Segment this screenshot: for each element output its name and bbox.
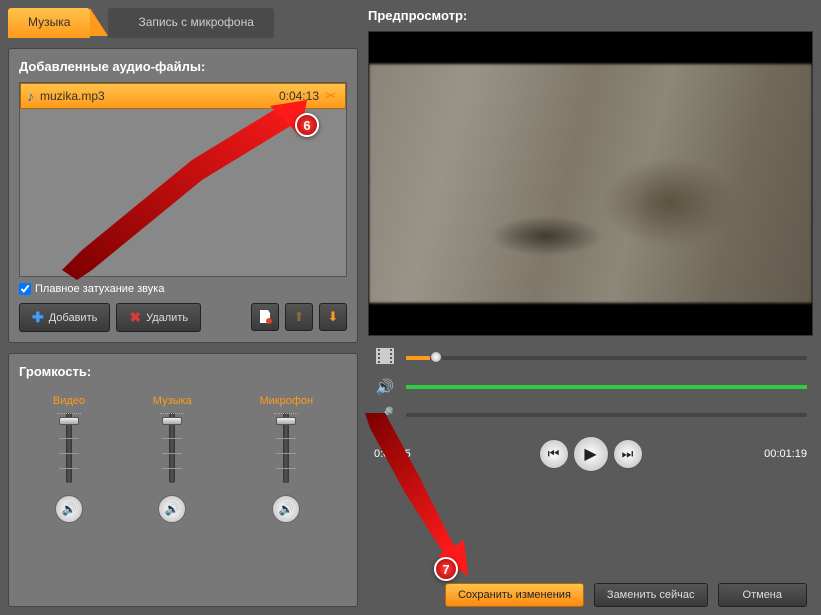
x-icon: ✖	[129, 309, 141, 326]
volume-music-mute[interactable]: 🔊	[158, 495, 186, 523]
remove-label: Удалить	[146, 312, 188, 324]
volume-music-slider[interactable]	[169, 413, 175, 483]
preview-frame	[369, 64, 812, 303]
cancel-button[interactable]: Отмена	[718, 583, 807, 607]
remove-button[interactable]: ✖ Удалить	[116, 303, 201, 332]
save-button[interactable]: Сохранить изменения	[445, 583, 584, 607]
next-button[interactable]: ⏭	[613, 439, 643, 469]
mic-volume-track[interactable]	[406, 413, 807, 417]
tab-mic-record[interactable]: Запись с микрофона	[108, 8, 273, 38]
preview-video[interactable]	[368, 31, 813, 336]
volume-title: Громкость:	[19, 364, 347, 379]
volume-video-mute[interactable]: 🔊	[55, 495, 83, 523]
video-track-row	[374, 348, 807, 368]
volume-mic-slider[interactable]	[283, 413, 289, 483]
file-duration: 0:04:13	[279, 89, 319, 103]
audio-track-row: 🔊	[374, 378, 807, 396]
volume-video-label: Видео	[53, 395, 85, 407]
tab-music[interactable]: Музыка	[8, 8, 90, 38]
volume-panel: Громкость: Видео 🔊 Музыка 🔊	[8, 353, 358, 607]
film-icon	[374, 348, 396, 368]
move-down-button[interactable]: ⬇	[319, 303, 347, 331]
add-label: Добавить	[49, 312, 98, 324]
volume-video: Видео 🔊	[53, 395, 85, 523]
music-note-icon: ♪	[27, 88, 34, 104]
annotation-badge-6: 6	[295, 113, 319, 137]
audio-file-list[interactable]: ♪ muzika.mp3 0:04:13 ✂	[19, 82, 347, 277]
time-total: 00:01:19	[737, 448, 807, 460]
file-toolbar: ✚ Добавить ✖ Удалить ⬆ ⬇	[19, 303, 347, 332]
mic-track-row: 🎤	[374, 406, 807, 424]
audio-file-row[interactable]: ♪ muzika.mp3 0:04:13 ✂	[20, 83, 346, 109]
play-button[interactable]: ▶	[573, 436, 609, 472]
audio-files-panel: Добавленные аудио-файлы: ♪ muzika.mp3 0:…	[8, 48, 358, 343]
volume-video-slider[interactable]	[66, 413, 72, 483]
fade-checkbox-row[interactable]: Плавное затухание звука	[19, 283, 347, 295]
move-up-button[interactable]: ⬆	[285, 303, 313, 331]
volume-music: Музыка 🔊	[153, 395, 192, 523]
prev-button[interactable]: ⏮	[539, 439, 569, 469]
scissors-icon[interactable]: ✂	[323, 88, 339, 104]
audio-tabs: Музыка Запись с микрофона	[8, 8, 358, 38]
plus-icon: ✚	[32, 309, 44, 326]
fade-checkbox[interactable]	[19, 283, 31, 295]
time-current: 0:00:05	[374, 448, 444, 460]
speaker-icon: 🔊	[374, 378, 396, 396]
audio-volume-track[interactable]	[406, 385, 807, 389]
volume-mic: Микрофон 🔊	[259, 395, 313, 523]
add-button[interactable]: ✚ Добавить	[19, 303, 110, 332]
video-seek-track[interactable]	[406, 356, 807, 360]
volume-mic-mute[interactable]: 🔊	[272, 495, 300, 523]
fade-label: Плавное затухание звука	[35, 283, 164, 295]
volume-music-label: Музыка	[153, 395, 192, 407]
file-name: muzika.mp3	[40, 89, 279, 103]
replace-button[interactable]: Заменить сейчас	[594, 583, 708, 607]
volume-mic-label: Микрофон	[259, 395, 313, 407]
preview-title: Предпросмотр:	[368, 8, 813, 23]
audio-files-title: Добавленные аудио-файлы:	[19, 59, 347, 74]
file-action-icon[interactable]	[251, 303, 279, 331]
annotation-badge-7: 7	[434, 557, 458, 581]
mic-icon: 🎤	[374, 406, 396, 424]
